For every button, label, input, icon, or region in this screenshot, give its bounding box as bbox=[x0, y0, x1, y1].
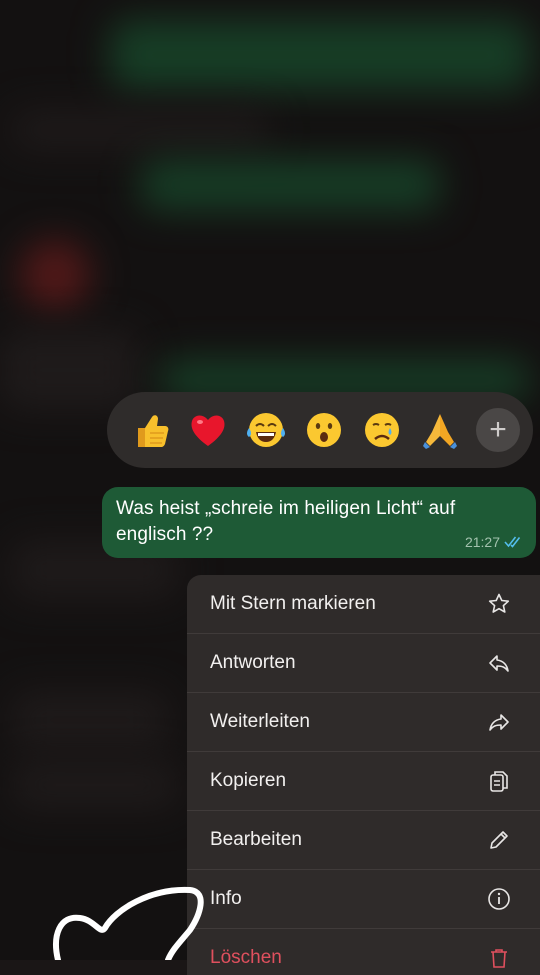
scribble-annotation bbox=[53, 886, 204, 960]
more-reactions-button[interactable]: + bbox=[476, 408, 520, 452]
red-heart-emoji[interactable] bbox=[179, 401, 237, 459]
double-check-icon bbox=[504, 536, 521, 548]
menu-item-label: Antworten bbox=[210, 652, 296, 673]
plus-icon: + bbox=[489, 413, 507, 446]
menu-item-forward[interactable]: Weiterleiten bbox=[187, 693, 540, 752]
folded-hands-emoji[interactable] bbox=[411, 401, 469, 459]
menu-item-label: Kopieren bbox=[210, 770, 287, 791]
copy-icon bbox=[486, 768, 512, 794]
menu-item-copy[interactable]: Kopieren bbox=[187, 752, 540, 811]
pencil-icon bbox=[486, 827, 512, 853]
forward-icon bbox=[486, 709, 512, 735]
menu-item-star[interactable]: Mit Stern markieren bbox=[187, 575, 540, 634]
trash-icon bbox=[486, 945, 512, 971]
info-icon bbox=[486, 886, 512, 912]
reply-icon bbox=[486, 650, 512, 676]
menu-item-delete[interactable]: Löschen bbox=[187, 929, 540, 975]
message-meta: 21:27 bbox=[465, 534, 524, 550]
message-context-menu: Mit Stern markieren Antworten Weiterleit… bbox=[187, 575, 540, 975]
message-time: 21:27 bbox=[464, 534, 500, 550]
menu-item-info[interactable]: Info bbox=[187, 870, 540, 929]
tears-of-joy-emoji[interactable] bbox=[237, 401, 295, 459]
menu-item-edit[interactable]: Bearbeiten bbox=[187, 811, 540, 870]
star-icon bbox=[486, 591, 512, 617]
thumbs-up-emoji[interactable] bbox=[121, 401, 179, 459]
menu-item-label: Info bbox=[210, 888, 242, 909]
crying-face-emoji[interactable] bbox=[353, 401, 411, 459]
menu-item-reply[interactable]: Antworten bbox=[187, 634, 540, 693]
selected-message-bubble[interactable]: Was heist „schreie im heiligen Licht“ au… bbox=[102, 487, 536, 558]
menu-item-label: Bearbeiten bbox=[210, 829, 302, 850]
surprised-face-emoji[interactable] bbox=[295, 401, 353, 459]
menu-item-label: Mit Stern markieren bbox=[210, 593, 376, 614]
menu-item-label: Weiterleiten bbox=[210, 711, 310, 732]
reaction-bar: + bbox=[107, 392, 533, 468]
message-text: Was heist „schreie im heiligen Licht“ au… bbox=[116, 498, 456, 545]
menu-item-label: Löschen bbox=[210, 947, 282, 968]
